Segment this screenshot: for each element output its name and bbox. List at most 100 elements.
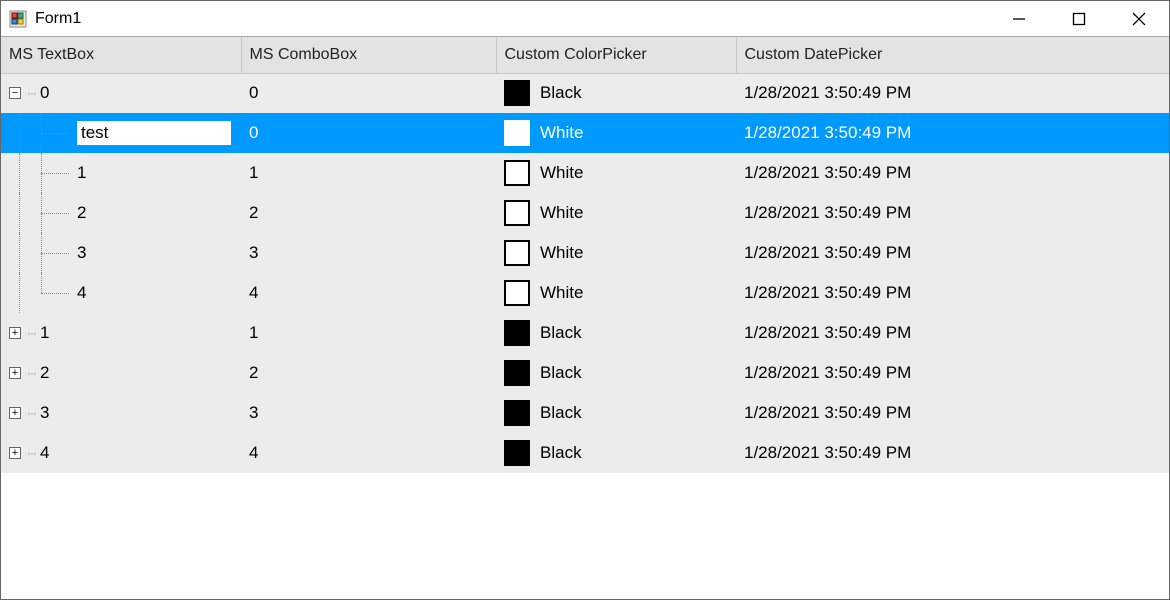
datepicker-cell[interactable]: 1/28/2021 3:50:49 PM: [736, 73, 1169, 113]
datepicker-cell[interactable]: 1/28/2021 3:50:49 PM: [736, 313, 1169, 353]
color-name: White: [540, 123, 583, 143]
color-swatch: [504, 160, 530, 186]
colorpicker-cell[interactable]: Black: [496, 353, 736, 393]
colorpicker-cell[interactable]: Black: [496, 433, 736, 473]
tree-branch: [31, 153, 75, 193]
colorpicker-cell[interactable]: White: [496, 273, 736, 313]
table-row[interactable]: +···22Black1/28/2021 3:50:49 PM: [1, 353, 1169, 393]
color-swatch: [504, 120, 530, 146]
textbox-editor[interactable]: test: [75, 119, 233, 147]
color-name: White: [540, 243, 583, 263]
tree-line: [9, 113, 31, 153]
textbox-cell[interactable]: 4: [1, 273, 241, 313]
combobox-cell[interactable]: 0: [241, 113, 496, 153]
colorpicker-cell[interactable]: White: [496, 153, 736, 193]
expand-icon[interactable]: +: [9, 407, 21, 419]
combobox-cell[interactable]: 2: [241, 353, 496, 393]
node-label: 2: [77, 203, 86, 223]
close-icon: [1132, 12, 1146, 26]
colorpicker-cell[interactable]: White: [496, 193, 736, 233]
tree-connector: ···: [27, 366, 36, 380]
node-label: 4: [77, 283, 86, 303]
textbox-cell[interactable]: 3: [1, 233, 241, 273]
app-icon: [9, 10, 27, 28]
titlebar[interactable]: Form1: [1, 1, 1169, 37]
node-label: 0: [40, 83, 49, 103]
color-name: White: [540, 283, 583, 303]
column-header-datepicker[interactable]: Custom DatePicker: [736, 37, 1169, 73]
table-row[interactable]: 4 4 White 1/28/2021 3:50:49 PM: [1, 273, 1169, 313]
combobox-cell[interactable]: 1: [241, 313, 496, 353]
tree-branch: [31, 113, 75, 153]
textbox-cell[interactable]: −··· 0: [1, 73, 241, 113]
textbox-cell[interactable]: 2: [1, 193, 241, 233]
tree-line: [9, 193, 31, 233]
minimize-button[interactable]: [989, 1, 1049, 36]
datepicker-cell[interactable]: 1/28/2021 3:50:49 PM: [736, 113, 1169, 153]
table-row[interactable]: 11 White 1/28/2021 3:50:49 PM: [1, 153, 1169, 193]
column-header-colorpicker[interactable]: Custom ColorPicker: [496, 37, 736, 73]
datepicker-cell[interactable]: 1/28/2021 3:50:49 PM: [736, 433, 1169, 473]
table-row[interactable]: 22White1/28/2021 3:50:49 PM: [1, 193, 1169, 233]
color-swatch: [504, 360, 530, 386]
combobox-cell[interactable]: 0: [241, 73, 496, 113]
textbox-cell[interactable]: +···3: [1, 393, 241, 433]
datepicker-cell[interactable]: 1/28/2021 3:50:49 PM: [736, 193, 1169, 233]
table-row[interactable]: +···11Black1/28/2021 3:50:49 PM: [1, 313, 1169, 353]
colorpicker-cell[interactable]: White: [496, 233, 736, 273]
tree-branch: [31, 233, 75, 273]
table-row[interactable]: +···44Black1/28/2021 3:50:49 PM: [1, 433, 1169, 473]
color-name: White: [540, 163, 583, 183]
expand-icon[interactable]: +: [9, 367, 21, 379]
color-swatch: [504, 440, 530, 466]
combobox-cell[interactable]: 2: [241, 193, 496, 233]
datepicker-cell[interactable]: 1/28/2021 3:50:49 PM: [736, 153, 1169, 193]
minimize-icon: [1012, 12, 1026, 26]
tree-connector: ···: [27, 446, 36, 460]
table-row[interactable]: test 0 White 1/28/2021 3:50:49 PM: [1, 113, 1169, 153]
color-swatch: [504, 240, 530, 266]
maximize-icon: [1072, 12, 1086, 26]
combobox-cell[interactable]: 3: [241, 393, 496, 433]
datepicker-cell[interactable]: 1/28/2021 3:50:49 PM: [736, 353, 1169, 393]
colorpicker-cell[interactable]: White: [496, 113, 736, 153]
textbox-cell[interactable]: + ··· 2: [1, 353, 241, 393]
combobox-cell[interactable]: 4: [241, 273, 496, 313]
colorpicker-cell[interactable]: Black: [496, 393, 736, 433]
table-row[interactable]: 3 3 White 1/28/2021 3:50:49 PM: [1, 233, 1169, 273]
window-title: Form1: [35, 10, 989, 28]
combobox-cell[interactable]: 3: [241, 233, 496, 273]
node-label: 2: [40, 363, 49, 383]
textbox-cell[interactable]: +···4: [1, 433, 241, 473]
close-button[interactable]: [1109, 1, 1169, 36]
datepicker-cell[interactable]: 1/28/2021 3:50:49 PM: [736, 273, 1169, 313]
collapse-icon[interactable]: −: [9, 87, 21, 99]
node-label: 3: [77, 243, 86, 263]
textbox-cell[interactable]: 1: [1, 153, 241, 193]
color-swatch: [504, 280, 530, 306]
combobox-cell[interactable]: 4: [241, 433, 496, 473]
textbox-cell[interactable]: test: [1, 113, 241, 153]
datepicker-cell[interactable]: 1/28/2021 3:50:49 PM: [736, 393, 1169, 433]
window-controls: [989, 1, 1169, 36]
table-row[interactable]: +···33Black1/28/2021 3:50:49 PM: [1, 393, 1169, 433]
expand-icon[interactable]: +: [9, 327, 21, 339]
combobox-cell[interactable]: 1: [241, 153, 496, 193]
expand-icon[interactable]: +: [9, 447, 21, 459]
tree-connector: ···: [27, 86, 36, 100]
tree-connector: ···: [27, 326, 36, 340]
color-swatch: [504, 200, 530, 226]
colorpicker-cell[interactable]: Black: [496, 313, 736, 353]
column-header-textbox[interactable]: MS TextBox: [1, 37, 241, 73]
column-header-combobox[interactable]: MS ComboBox: [241, 37, 496, 73]
app-window: Form1 MS TextBox MS ComboBox Custom Colo…: [0, 0, 1170, 600]
maximize-button[interactable]: [1049, 1, 1109, 36]
node-label: 3: [40, 403, 49, 423]
color-swatch: [504, 400, 530, 426]
datepicker-cell[interactable]: 1/28/2021 3:50:49 PM: [736, 233, 1169, 273]
treegrid[interactable]: MS TextBox MS ComboBox Custom ColorPicke…: [1, 37, 1169, 473]
table-row[interactable]: −···00Black1/28/2021 3:50:49 PM: [1, 73, 1169, 113]
colorpicker-cell[interactable]: Black: [496, 73, 736, 113]
textbox-cell[interactable]: +···1: [1, 313, 241, 353]
color-name: Black: [540, 323, 582, 343]
